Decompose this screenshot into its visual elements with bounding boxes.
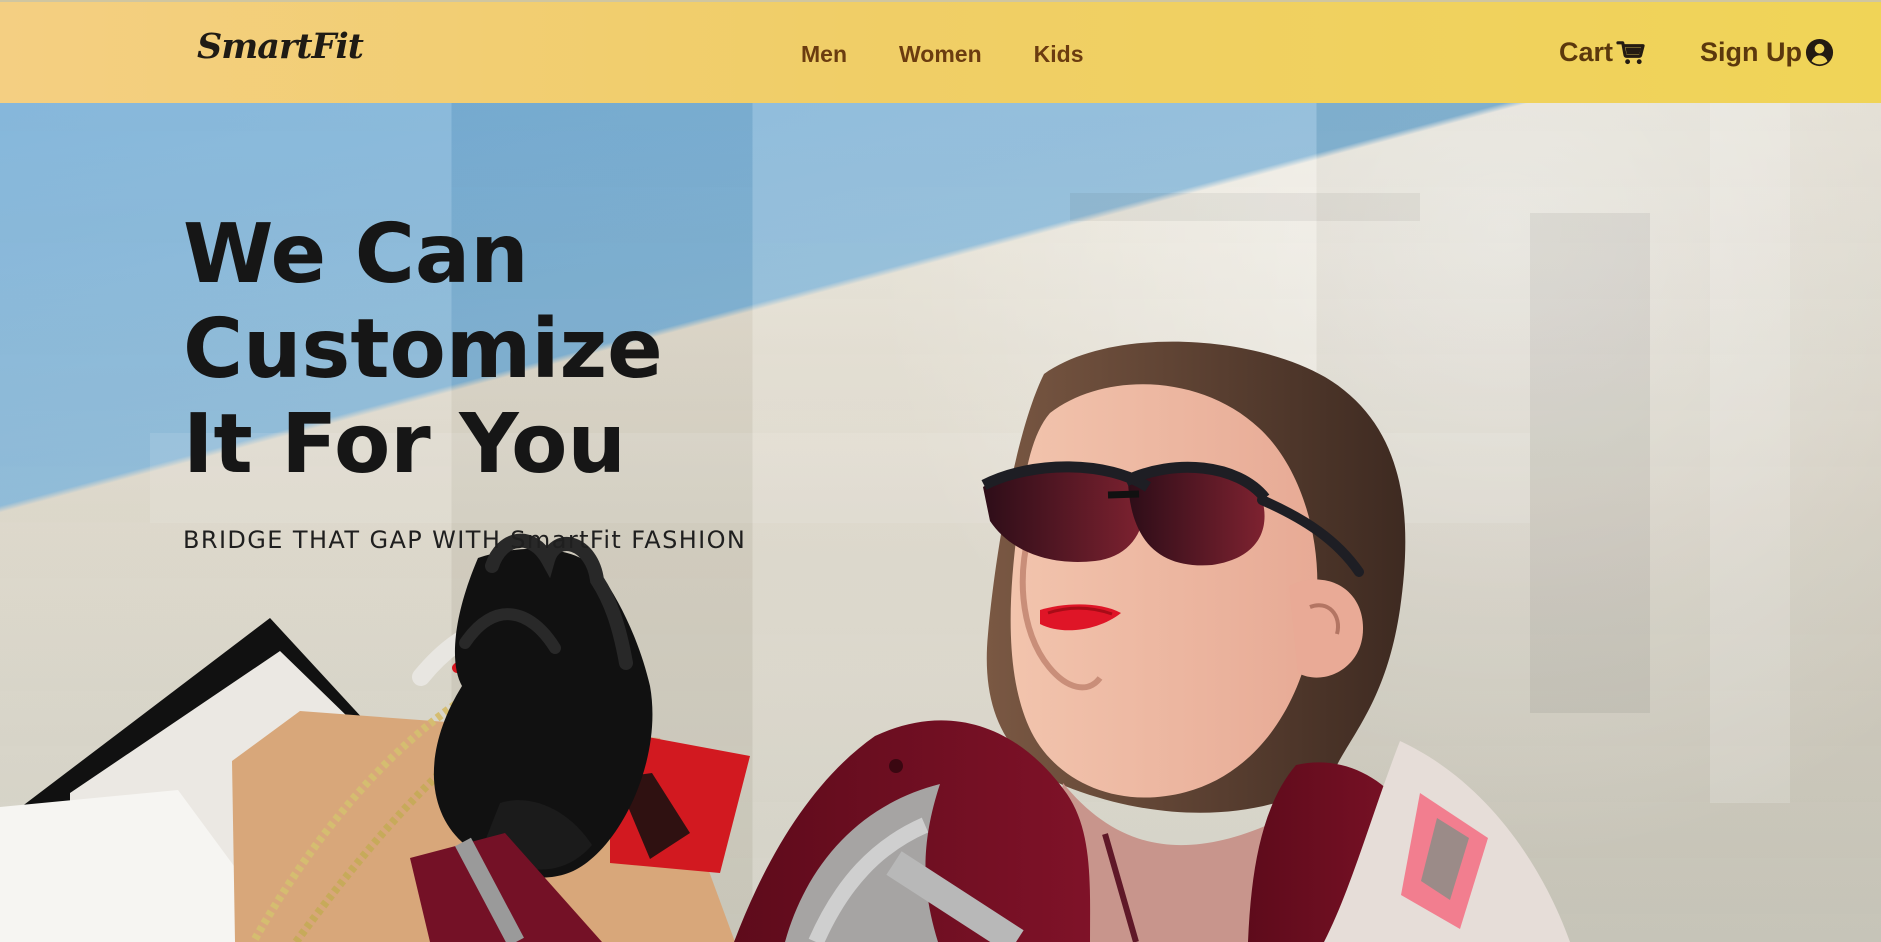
category-navigation: Men Women Kids — [801, 41, 1083, 68]
hero-copy: We Can Customize It For You BRIDGE THAT … — [183, 207, 963, 554]
user-circle-icon — [1804, 37, 1835, 68]
brand-logo[interactable]: SmartFit — [197, 26, 364, 67]
hero-subtitle: BRIDGE THAT GAP WITH SmartFit FASHION — [183, 526, 747, 554]
sign-up-link[interactable]: Sign Up — [1700, 37, 1835, 68]
nav-kids-link[interactable]: Kids — [1034, 41, 1084, 68]
headline-line-one: We Can Customize — [183, 207, 663, 397]
shopping-cart-icon — [1615, 37, 1646, 68]
nav-men-link[interactable]: Men — [801, 41, 847, 68]
cart-link[interactable]: Cart — [1559, 37, 1646, 68]
headline-line-two: It For You — [183, 397, 626, 492]
nav-women-link[interactable]: Women — [899, 41, 982, 68]
landing-page: SmartFit Men Women Kids Cart Sign Up We … — [0, 0, 1881, 942]
cart-label: Cart — [1559, 37, 1614, 67]
hero-banner: We Can Customize It For You BRIDGE THAT … — [0, 103, 1881, 942]
top-navigation-bar: SmartFit Men Women Kids Cart Sign Up — [0, 0, 1881, 103]
hero-headline: We Can Customize It For You — [183, 207, 963, 492]
sign-up-label: Sign Up — [1700, 37, 1802, 67]
